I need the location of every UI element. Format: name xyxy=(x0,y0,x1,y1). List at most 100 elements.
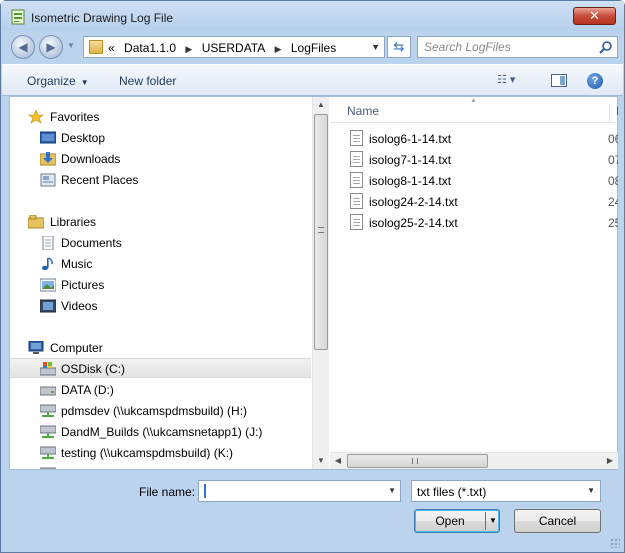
nav-item-music[interactable]: Music xyxy=(10,254,311,274)
file-name: isolog7-1-14.txt xyxy=(369,153,452,167)
nav-pane-vertical-scrollbar[interactable]: ▲ ▼ xyxy=(312,97,329,469)
open-file-dialog: Isometric Drawing Log File ✕ ◀ ▶ ▼ « Dat… xyxy=(0,0,625,553)
search-icon[interactable] xyxy=(599,40,613,54)
chevron-down-icon: ▼ xyxy=(80,78,89,87)
file-list-horizontal-scrollbar[interactable]: ◀ ▶ xyxy=(330,452,618,469)
nav-favorites[interactable]: Favorites xyxy=(10,107,311,127)
scroll-thumb[interactable] xyxy=(347,454,488,468)
text-file-icon xyxy=(350,172,363,188)
file-name-label: File name: xyxy=(139,485,196,499)
recent-places-icon xyxy=(40,173,56,187)
address-bar[interactable]: « Data1.1.0 ▶ USERDATA ▶ LogFiles ▼ xyxy=(83,36,385,58)
network-drive-icon xyxy=(40,425,56,438)
refresh-button[interactable]: ⇆ xyxy=(387,36,411,58)
search-placeholder: Search LogFiles xyxy=(424,40,511,54)
nav-item-downloads[interactable]: Downloads xyxy=(10,149,311,169)
forward-button[interactable]: ▶ xyxy=(39,35,63,59)
scroll-down-icon[interactable]: ▼ xyxy=(313,453,329,469)
file-row[interactable]: isolog6-1-14.txt 06 xyxy=(330,128,618,149)
computer-icon xyxy=(28,341,44,354)
file-row[interactable]: isolog24-2-14.txt 24 xyxy=(330,191,618,212)
sort-ascending-icon: ▲ xyxy=(470,97,477,104)
file-row[interactable]: isolog7-1-14.txt 07 xyxy=(330,149,618,170)
file-row[interactable]: isolog25-2-14.txt 25 xyxy=(330,212,618,233)
column-header-date[interactable]: Da xyxy=(609,104,618,122)
nav-item-desktop[interactable]: Desktop xyxy=(10,128,311,148)
chevron-right-icon[interactable]: ▶ xyxy=(275,44,282,54)
breadcrumb-overflow[interactable]: « xyxy=(108,41,115,55)
organize-button[interactable]: Organize ▼ xyxy=(27,74,89,88)
browser-area: Favorites Desktop Downloads Recent Place… xyxy=(9,96,618,470)
nav-item-label: OSDisk (C:) xyxy=(61,362,125,376)
nav-item-label: Videos xyxy=(61,299,98,313)
scroll-right-icon[interactable]: ▶ xyxy=(602,453,618,469)
column-header-row: ▲ Name Da xyxy=(330,97,618,123)
scroll-up-icon[interactable]: ▲ xyxy=(313,97,329,113)
network-drive-icon xyxy=(40,446,56,459)
help-button[interactable]: ? xyxy=(587,73,603,89)
nav-item-label: Downloads xyxy=(61,152,121,166)
nav-item-label: Pictures xyxy=(61,278,105,292)
file-type-select[interactable]: txt files (*.txt) ▼ xyxy=(411,480,601,502)
file-name-input[interactable]: ▼ xyxy=(198,480,401,502)
chevron-right-icon[interactable]: ▶ xyxy=(185,44,192,54)
address-dropdown-icon[interactable]: ▼ xyxy=(371,42,380,52)
scroll-left-icon[interactable]: ◀ xyxy=(330,453,346,469)
resize-grip-icon[interactable] xyxy=(610,538,620,548)
text-file-icon xyxy=(350,130,363,146)
nav-item-recent-places[interactable]: Recent Places xyxy=(10,170,311,190)
breadcrumb-logfiles[interactable]: LogFiles xyxy=(291,41,336,55)
open-options-dropdown-icon[interactable]: ▼ xyxy=(487,510,499,532)
nav-item-pictures[interactable]: Pictures xyxy=(10,275,311,295)
file-date: 07 xyxy=(608,153,618,167)
nav-item-osdisk-c[interactable]: OSDisk (C:) xyxy=(10,358,311,378)
documents-icon xyxy=(42,236,54,250)
new-folder-button[interactable]: New folder xyxy=(119,74,176,88)
text-file-icon xyxy=(350,193,363,209)
search-input[interactable]: Search LogFiles xyxy=(417,36,618,58)
folder-icon xyxy=(89,40,103,54)
nav-computer[interactable]: Computer xyxy=(10,338,311,358)
chevron-down-icon: ▼ xyxy=(587,486,595,495)
music-icon xyxy=(42,257,53,271)
forward-arrow-icon: ▶ xyxy=(46,40,56,54)
open-button[interactable]: Open ▼ xyxy=(414,509,500,533)
nav-item-documents[interactable]: Documents xyxy=(10,233,311,253)
document-icon xyxy=(11,9,25,25)
scroll-thumb[interactable] xyxy=(314,114,328,350)
preview-pane-button[interactable] xyxy=(551,74,567,87)
cancel-button[interactable]: Cancel xyxy=(514,509,601,533)
column-header-name[interactable]: Name xyxy=(347,104,379,118)
file-date: 25 xyxy=(608,216,618,230)
nav-favorites-label: Favorites xyxy=(50,110,100,124)
close-button[interactable]: ✕ xyxy=(573,7,616,25)
title-bar[interactable]: Isometric Drawing Log File ✕ xyxy=(1,1,624,31)
file-row[interactable]: isolog8-1-14.txt 08 xyxy=(330,170,618,191)
text-file-icon xyxy=(350,214,363,230)
nav-item-data-d[interactable]: DATA (D:) xyxy=(10,380,311,400)
recent-locations-dropdown-icon[interactable]: ▼ xyxy=(67,41,75,50)
nav-libraries-label: Libraries xyxy=(50,215,97,229)
nav-item-pdmsdev-h[interactable]: pdmsdev (\\ukcamspdmsbuild) (H:) xyxy=(10,401,311,421)
nav-item-partial[interactable] xyxy=(10,464,311,469)
chevron-down-icon[interactable]: ▼ xyxy=(388,486,396,495)
desktop-icon xyxy=(40,131,56,144)
file-name: isolog25-2-14.txt xyxy=(369,216,458,230)
file-type-value: txt files (*.txt) xyxy=(417,485,487,499)
nav-item-dandm-builds-j[interactable]: DandM_Builds (\\ukcamsnetapp1) (J:) xyxy=(10,422,311,442)
system-drive-icon xyxy=(40,362,56,376)
organize-label: Organize xyxy=(27,74,76,88)
text-caret xyxy=(204,484,206,498)
breadcrumb-userdata[interactable]: USERDATA xyxy=(202,41,266,55)
nav-libraries[interactable]: Libraries xyxy=(10,212,311,232)
nav-item-videos[interactable]: Videos xyxy=(10,296,311,316)
nav-item-label: Desktop xyxy=(61,131,106,145)
breadcrumb: « Data1.1.0 ▶ USERDATA ▶ LogFiles xyxy=(108,41,342,55)
grip-icon xyxy=(412,458,418,464)
navigation-pane: Favorites Desktop Downloads Recent Place… xyxy=(10,97,311,469)
change-view-button[interactable]: ☷ ▾ xyxy=(497,73,537,89)
nav-computer-label: Computer xyxy=(50,341,103,355)
breadcrumb-data[interactable]: Data1.1.0 xyxy=(124,41,176,55)
nav-item-testing-k[interactable]: testing (\\ukcamspdmsbuild) (K:) xyxy=(10,443,311,463)
back-button[interactable]: ◀ xyxy=(11,35,35,59)
